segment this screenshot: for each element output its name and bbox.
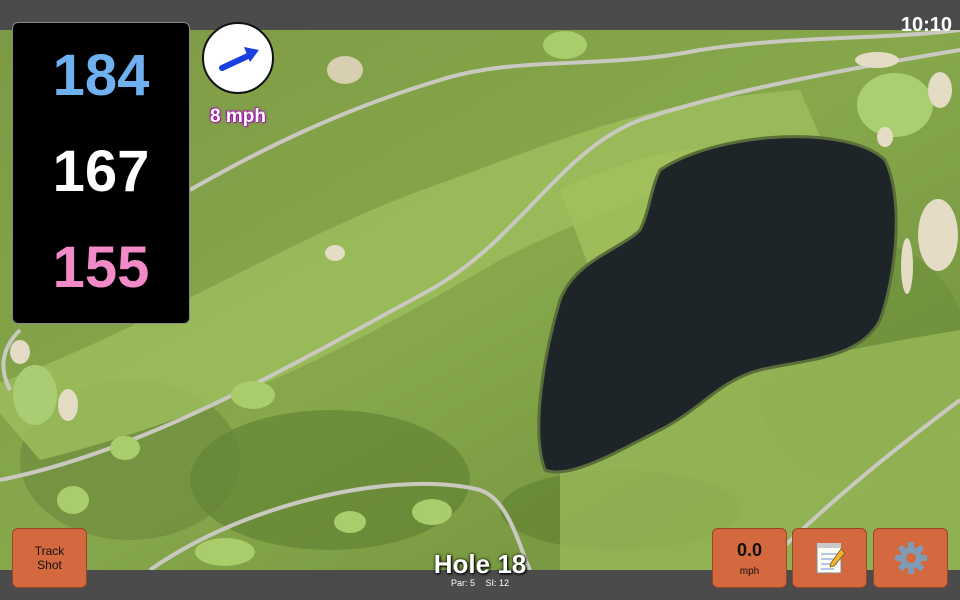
notes-button[interactable]: [792, 528, 867, 588]
distance-front: 155: [52, 235, 150, 300]
track-shot-button[interactable]: Track Shot: [12, 528, 87, 588]
distance-middle: 167: [52, 139, 150, 204]
gear-icon: [894, 542, 927, 574]
speed-value: 0.0: [736, 539, 763, 560]
notepad-icon: [816, 543, 846, 574]
hole-title: Hole 18: [433, 549, 527, 579]
wind-speed-label: 8 mph: [210, 106, 266, 127]
distance-back: 184: [52, 43, 150, 108]
settings-button[interactable]: [873, 528, 948, 588]
distance-panel: 184 167 155: [12, 22, 190, 324]
hole-par: Par: 5: [450, 578, 475, 588]
speed-unit: mph: [739, 565, 760, 577]
speed-button[interactable]: 0.0 mph: [712, 528, 787, 588]
track-shot-label-line1: Track: [34, 544, 65, 558]
hole-stroke-index: SI: 12: [485, 578, 510, 588]
wind-indicator: [202, 22, 274, 94]
wind-arrow-icon: [219, 47, 259, 71]
hole-info: Par: 5 SI: 12: [380, 578, 580, 588]
track-shot-label-line2: Shot: [37, 558, 62, 572]
clock: 10:10: [900, 14, 952, 36]
